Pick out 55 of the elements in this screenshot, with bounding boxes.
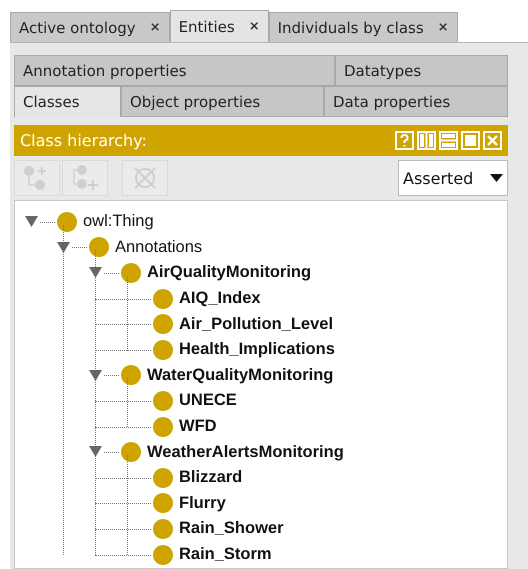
class-label[interactable]: Air_Pollution_Level	[179, 314, 334, 334]
help-icon[interactable]	[395, 131, 414, 150]
entity-tab[interactable]: Datatypes	[335, 55, 508, 86]
expanded-triangle-icon[interactable]	[89, 267, 102, 278]
tab[interactable]: Active ontology ×	[10, 12, 170, 42]
maximize-icon[interactable]	[461, 131, 480, 150]
tab-label: Individuals by class	[278, 18, 424, 36]
expanded-triangle-icon[interactable]	[89, 370, 102, 381]
dropdown-caret-icon	[490, 174, 503, 182]
entity-tab[interactable]: Annotation properties	[14, 55, 335, 86]
class-label[interactable]: Health_Implications	[179, 340, 335, 360]
entity-tab[interactable]: Object properties	[121, 86, 324, 117]
split-horizontal-icon[interactable]	[439, 131, 458, 150]
class-label[interactable]: Blizzard	[179, 468, 242, 488]
class-icon	[153, 468, 173, 488]
class-icon	[153, 416, 173, 437]
panel-title: Class hierarchy:	[20, 131, 147, 150]
class-icon	[153, 390, 173, 411]
tab-label: Active ontology	[19, 18, 136, 36]
expanded-triangle-icon[interactable]	[57, 242, 70, 253]
close-icon[interactable]	[483, 131, 502, 150]
class-label[interactable]: Annotations	[115, 238, 202, 257]
class-label[interactable]: Flurry	[179, 494, 226, 513]
class-label[interactable]: Rain_Storm	[179, 545, 272, 564]
expanded-triangle-icon[interactable]	[25, 216, 38, 227]
class-label[interactable]: WFD	[179, 417, 217, 436]
class-icon	[153, 314, 173, 334]
close-tab-icon[interactable]: ×	[438, 20, 449, 35]
entity-tab[interactable]: Data properties	[324, 86, 508, 117]
tab-label: Entities	[178, 18, 235, 36]
class-icon	[57, 212, 77, 232]
class-icon	[121, 365, 141, 386]
class-icon	[153, 288, 173, 309]
expanded-triangle-icon[interactable]	[89, 446, 102, 458]
entity-tab[interactable]: Classes	[14, 86, 121, 117]
class-icon	[153, 340, 173, 360]
class-label[interactable]: UNECE	[179, 391, 237, 410]
class-label[interactable]: AIQ_Index	[179, 289, 261, 308]
tab[interactable]: Individuals by class ×	[268, 12, 458, 42]
class-label[interactable]: Rain_Shower	[179, 519, 284, 538]
class-icon	[121, 442, 141, 462]
class-icon	[89, 237, 109, 258]
hierarchy-mode-dropdown[interactable]: Asserted	[398, 160, 508, 196]
tab[interactable]: Entities ×	[170, 10, 269, 42]
class-label[interactable]: WeatherAlertsMonitoring	[147, 442, 344, 462]
close-tab-icon[interactable]: ×	[248, 19, 260, 34]
class-label[interactable]: WaterQualityMonitoring	[147, 366, 334, 385]
class-label[interactable]: owl:Thing	[83, 212, 154, 232]
class-icon	[121, 262, 141, 283]
class-icon	[153, 544, 173, 565]
close-tab-icon[interactable]: ×	[150, 20, 161, 35]
split-vertical-icon[interactable]	[417, 131, 436, 150]
class-label[interactable]: AirQualityMonitoring	[147, 263, 312, 282]
class-icon	[153, 518, 173, 539]
class-icon	[153, 493, 173, 514]
